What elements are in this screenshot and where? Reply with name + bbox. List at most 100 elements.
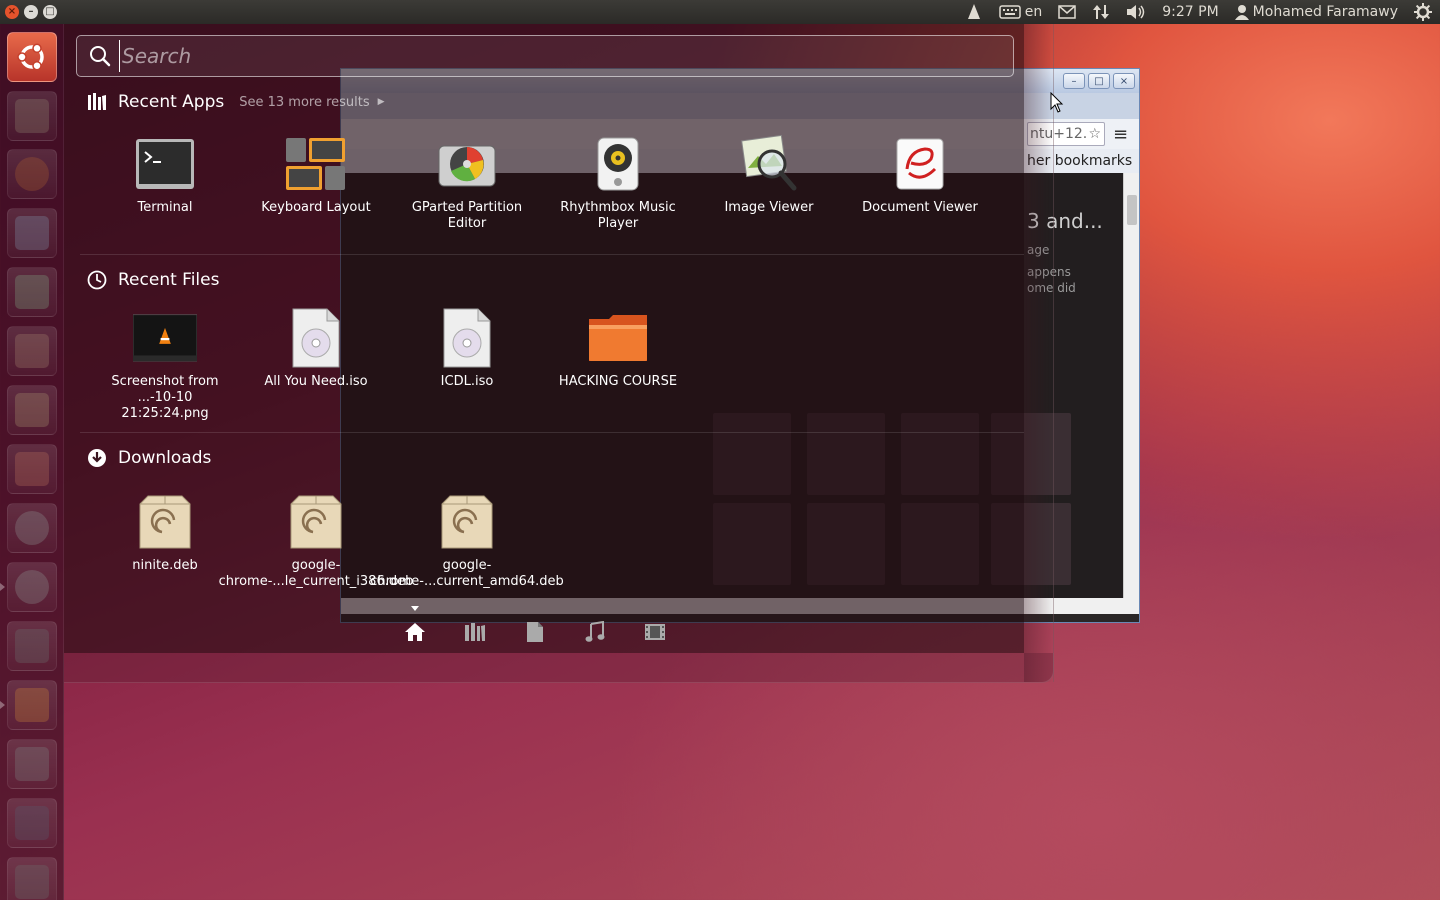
video-lens-button[interactable] — [639, 618, 671, 646]
chevron-right-icon: ▶ — [377, 97, 385, 107]
maximize-window-button[interactable]: □ — [43, 5, 57, 19]
trash-icon — [15, 865, 49, 899]
minimize-window-button[interactable]: – — [24, 5, 38, 19]
app-tile-terminal[interactable]: Terminal — [92, 132, 238, 216]
clock-text: 9:27 PM — [1162, 4, 1219, 20]
downloads-title: Downloads — [118, 448, 212, 468]
recent-apps-header: Recent Apps See 13 more results ▶ — [86, 89, 385, 115]
app-tile-document-viewer[interactable]: Document Viewer — [847, 132, 993, 216]
download-tile-label: ninite.deb — [132, 558, 198, 573]
launcher-chrome-item[interactable] — [7, 562, 57, 612]
debian-package-icon — [435, 490, 499, 554]
file-tile-label: ICDL.iso — [440, 374, 494, 389]
file-tile-label: HACKING COURSE — [558, 374, 678, 389]
gparted-icon — [435, 132, 499, 196]
file-tile-label: Screenshot from ...-10-10 21:25:24.png — [111, 374, 219, 421]
network-indicator[interactable] — [1084, 0, 1118, 24]
file-tile-screenshot[interactable]: Screenshot from ...-10-10 21:25:24.png — [92, 306, 238, 422]
debian-package-icon — [284, 490, 348, 554]
vlc-cone-icon — [967, 4, 980, 19]
launcher-impress-item[interactable] — [7, 326, 57, 376]
firefox-icon — [15, 157, 49, 191]
dash-home-button[interactable] — [7, 32, 57, 82]
applications-lens-button[interactable] — [459, 618, 491, 646]
download-tile-chrome-i386[interactable]: google-chrome-...le_current_i386.deb — [219, 490, 413, 590]
downloads-header: Downloads — [86, 445, 211, 471]
launcher-writer-item[interactable] — [7, 208, 57, 258]
chrome-icon — [15, 570, 49, 604]
download-icon — [86, 447, 108, 469]
ubuntu-one-icon — [15, 452, 49, 486]
mouse-pointer-icon — [1050, 92, 1064, 113]
launcher-workspace-switcher[interactable] — [7, 798, 57, 848]
launcher-trash-item[interactable] — [7, 857, 57, 900]
download-tile-ninite[interactable]: ninite.deb — [92, 490, 238, 574]
speaker-icon — [1127, 5, 1145, 19]
launcher-vlc-item[interactable] — [7, 680, 57, 730]
running-indicator — [0, 701, 5, 709]
spreadsheet-icon — [15, 275, 49, 309]
rhythmbox-icon — [586, 132, 650, 196]
app-tile-label: Document Viewer — [862, 200, 978, 215]
bookmark-star-icon[interactable]: ☆ — [1088, 126, 1101, 142]
file-tile-all-you-need-iso[interactable]: All You Need.iso — [243, 306, 389, 390]
launcher-system-monitor-item[interactable] — [7, 621, 57, 671]
keyboard-indicator[interactable]: en — [991, 0, 1051, 24]
files-lens-button[interactable] — [519, 618, 551, 646]
session-indicator[interactable] — [1406, 0, 1440, 24]
download-tile-chrome-amd64[interactable]: google-chrome-...current_amd64.deb — [370, 490, 564, 590]
file-tile-icdl-iso[interactable]: ICDL.iso — [394, 306, 540, 390]
app-tile-gparted[interactable]: GParted Partition Editor — [394, 132, 540, 232]
app-tile-label: GParted Partition Editor — [411, 200, 523, 231]
messaging-indicator[interactable] — [1050, 0, 1084, 24]
browser-menu-icon[interactable]: ≡ — [1113, 124, 1128, 145]
scrollbar-thumb[interactable] — [1127, 195, 1137, 225]
sound-indicator[interactable] — [1118, 0, 1154, 24]
dash-border-right — [1024, 24, 1054, 682]
app-tile-image-viewer[interactable]: Image Viewer — [696, 132, 842, 216]
home-lens-button[interactable] — [399, 606, 431, 646]
browser-close-button[interactable]: × — [1113, 73, 1135, 89]
vertical-scrollbar[interactable] — [1123, 173, 1139, 598]
keyboard-layout-icon — [284, 132, 348, 196]
indicator-area: en 9:27 PM Mohamed Faramawy — [957, 0, 1440, 24]
close-window-button[interactable]: × — [5, 5, 19, 19]
browser-maximize-button[interactable]: □ — [1088, 73, 1110, 89]
launcher-firefox-item[interactable] — [7, 149, 57, 199]
hard-disk-icon — [15, 747, 49, 781]
envelope-icon — [1058, 5, 1076, 19]
user-indicator[interactable]: Mohamed Faramawy — [1227, 0, 1406, 24]
music-note-icon — [585, 621, 605, 642]
launcher-disk-item[interactable] — [7, 739, 57, 789]
gear-power-icon — [1414, 3, 1432, 21]
screenshot-thumbnail — [133, 306, 197, 370]
app-tile-label: Rhythmbox Music Player — [560, 200, 676, 231]
file-icon — [527, 622, 543, 642]
dash-border-bottom — [64, 653, 1054, 683]
keyboard-icon — [999, 5, 1021, 19]
music-lens-button[interactable] — [579, 618, 611, 646]
applications-lens-icon — [465, 623, 485, 641]
clock-indicator[interactable]: 9:27 PM — [1154, 0, 1226, 24]
workspace-switcher-icon — [15, 806, 49, 840]
launcher-settings-item[interactable] — [7, 503, 57, 553]
search-icon — [90, 46, 111, 67]
app-tile-rhythmbox[interactable]: Rhythmbox Music Player — [545, 132, 691, 232]
app-tile-keyboard-layout[interactable]: Keyboard Layout — [243, 132, 389, 216]
recent-apps-title: Recent Apps — [118, 92, 225, 112]
dash-search-input[interactable] — [119, 40, 979, 72]
dash-search-box[interactable] — [76, 35, 1014, 77]
app-tile-label: Terminal — [137, 200, 193, 215]
recent-files-header: Recent Files — [86, 267, 219, 293]
launcher-software-center-item[interactable] — [7, 385, 57, 435]
presentation-icon — [15, 334, 49, 368]
launcher-calc-item[interactable] — [7, 267, 57, 317]
file-tile-hacking-course[interactable]: HACKING COURSE — [545, 306, 691, 390]
see-more-results-link[interactable]: See 13 more results ▶ — [239, 95, 384, 110]
launcher-files-item[interactable] — [7, 91, 57, 141]
vlc-indicator[interactable] — [957, 0, 991, 24]
launcher-ubuntu-one-item[interactable] — [7, 444, 57, 494]
app-tile-label: Keyboard Layout — [261, 200, 371, 215]
document-viewer-icon — [888, 132, 952, 196]
browser-minimize-button[interactable]: – — [1063, 73, 1085, 89]
